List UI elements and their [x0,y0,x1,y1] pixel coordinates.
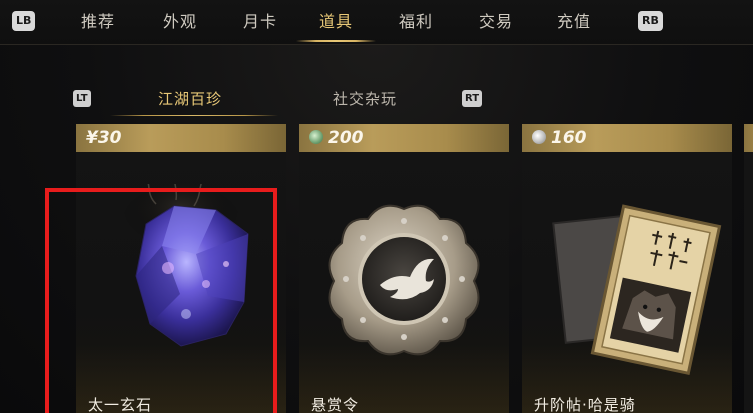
tab-recommend[interactable]: 推荐 [78,0,118,44]
item-price-value: 160 [551,128,587,148]
item-price: 200 [309,124,364,152]
price-bar: 160 [522,124,732,152]
item-name: 升阶帖·哈是骑 [534,396,636,413]
promotion-card-icon [552,204,722,376]
item-card-partial[interactable] [744,124,753,413]
subtab-underline [110,115,278,116]
lb-button[interactable]: LB [12,11,36,31]
shop-screen: LB 推荐 外观 月卡 道具 福利 交易 充值 RB LT 江湖百珍 社交杂玩 … [0,0,753,413]
rt-button[interactable]: RT [462,90,483,107]
tab-trade[interactable]: 交易 [474,0,518,44]
selection-frame [45,188,277,413]
rb-button[interactable]: RB [638,11,663,31]
price-bar [744,124,753,152]
tab-monthly-card[interactable]: 月卡 [238,0,282,44]
lt-button[interactable]: LT [73,90,91,107]
top-nav: LB 推荐 外观 月卡 道具 福利 交易 充值 RB [0,0,753,45]
price-bar: 200 [299,124,509,152]
item-card[interactable]: 160 升阶帖·哈是骑 [522,124,732,413]
tab-recharge[interactable]: 充值 [552,0,596,44]
active-tab-underline [296,40,376,42]
item-price: ¥30 [86,128,122,148]
item-card[interactable]: 200 悬赏令 [299,124,509,413]
tab-appearance[interactable]: 外观 [158,0,202,44]
item-price-value: 200 [328,128,364,148]
dove-medallion-icon [328,204,480,356]
item-name: 悬赏令 [311,396,360,413]
subtab-social-misc[interactable]: 社交杂玩 [320,86,410,112]
item-price: 160 [532,124,587,152]
tab-items[interactable]: 道具 [314,0,358,44]
tab-welfare[interactable]: 福利 [394,0,438,44]
price-bar: ¥30 [76,124,286,152]
silver-coin-icon [532,130,546,144]
jade-coin-icon [309,130,323,144]
subtab-jianghu-treasures[interactable]: 江湖百珍 [142,86,238,112]
